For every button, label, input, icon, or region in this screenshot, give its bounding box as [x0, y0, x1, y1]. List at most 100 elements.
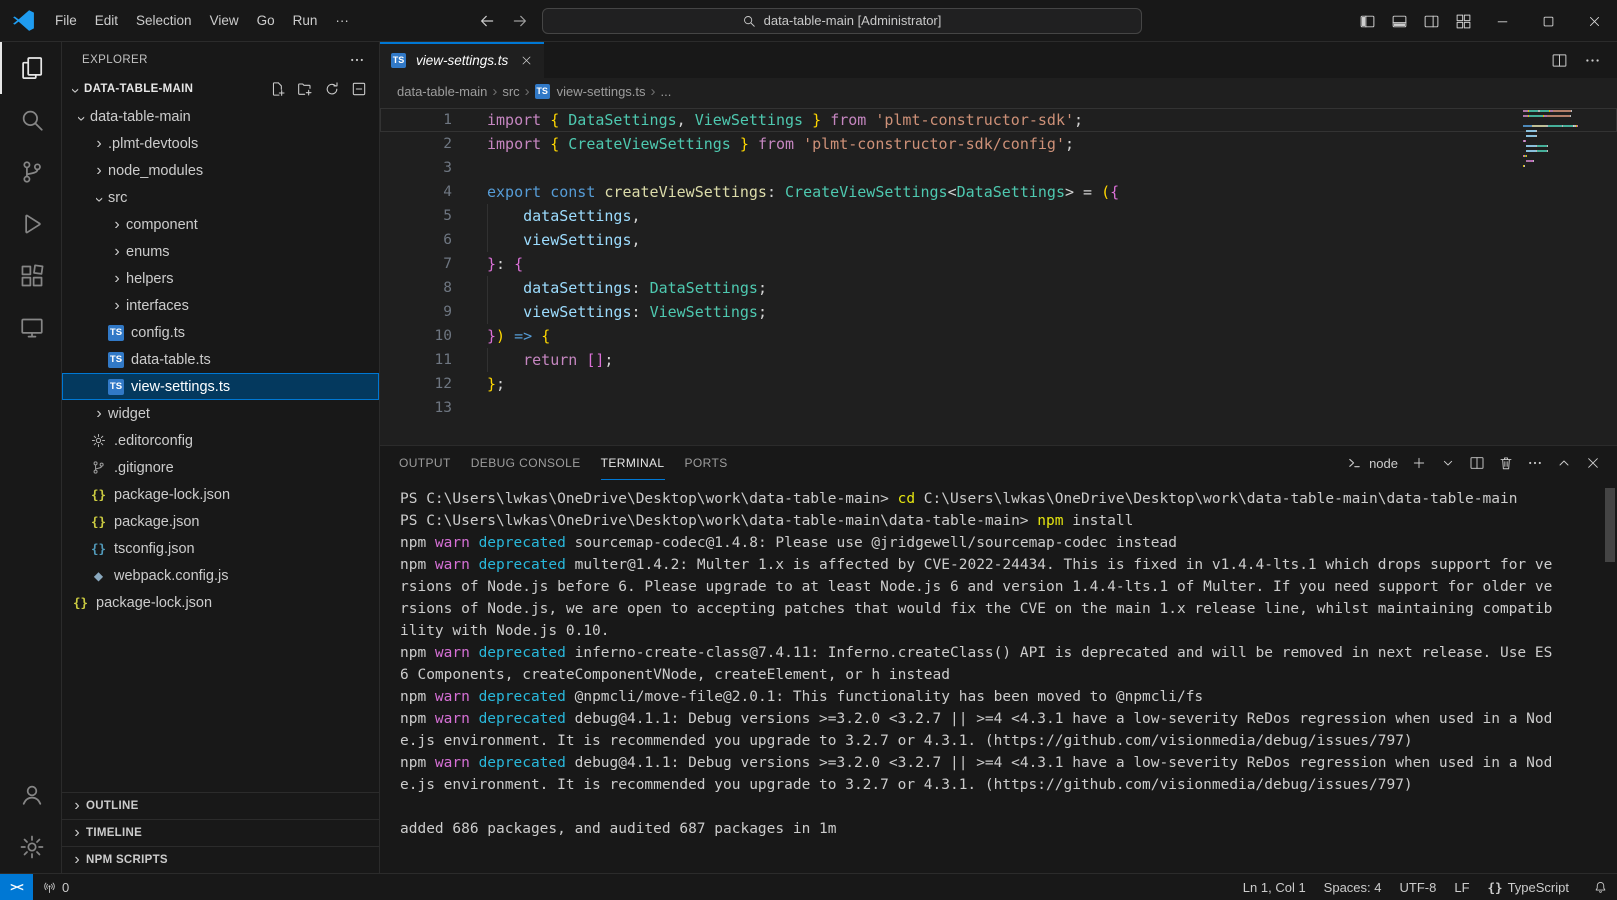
line-number[interactable]: 4	[380, 184, 452, 200]
tree-item-plmt-devtools[interactable]: ›.plmt-devtools	[62, 130, 379, 157]
forward-button[interactable]	[509, 10, 531, 32]
close-button[interactable]	[1571, 0, 1617, 42]
activity-search[interactable]	[0, 94, 61, 146]
new-folder-button[interactable]	[297, 81, 313, 97]
code-line[interactable]: 11 return [];	[380, 348, 1617, 372]
status-encoding[interactable]: UTF-8	[1391, 874, 1446, 900]
tree-item-editorconfig[interactable]: .editorconfig	[62, 427, 379, 454]
code-editor[interactable]: 1import { DataSettings, ViewSettings } f…	[380, 104, 1617, 445]
new-file-button[interactable]	[270, 81, 286, 97]
breadcrumb-item-view-settings-ts[interactable]: TSview-settings.ts	[535, 84, 646, 99]
status-cursor-position[interactable]: Ln 1, Col 1	[1234, 874, 1315, 900]
breadcrumb-item-data-table-main[interactable]: data-table-main	[397, 84, 487, 99]
code-line[interactable]: 7}: {	[380, 252, 1617, 276]
status-indentation[interactable]: Spaces: 4	[1315, 874, 1391, 900]
close-panel-button[interactable]	[1585, 455, 1601, 471]
section-npm-scripts[interactable]: ›NPM SCRIPTS	[62, 846, 379, 873]
more-button[interactable]	[1584, 52, 1601, 69]
explorer-section-header[interactable]: › DATA-TABLE-MAIN	[62, 77, 379, 101]
line-number[interactable]: 9	[380, 304, 452, 320]
code-line[interactable]: 12};	[380, 372, 1617, 396]
activity-settings[interactable]	[0, 821, 61, 873]
tab-view-settings[interactable]: TS view-settings.ts	[380, 42, 544, 78]
tree-item-helpers[interactable]: ›helpers	[62, 265, 379, 292]
split-terminal-button[interactable]	[1469, 455, 1485, 471]
minimap[interactable]	[1523, 110, 1603, 175]
kill-terminal-button[interactable]	[1498, 455, 1514, 471]
status-language[interactable]: {}TypeScript	[1479, 874, 1578, 900]
line-number[interactable]: 6	[380, 232, 452, 248]
activity-run-and-debug[interactable]	[0, 198, 61, 250]
command-center-search[interactable]: data-table-main [Administrator]	[542, 8, 1142, 34]
minimize-button[interactable]	[1479, 0, 1525, 42]
toggle-primary-sidebar-button[interactable]	[1351, 0, 1383, 42]
line-number[interactable]: 11	[380, 352, 452, 368]
breadcrumb-item-src[interactable]: src	[502, 84, 519, 99]
terminal-scrollbar[interactable]	[1605, 488, 1615, 562]
menu-more[interactable]: ···	[326, 8, 358, 33]
line-number[interactable]: 10	[380, 328, 452, 344]
code-line[interactable]: 3	[380, 156, 1617, 180]
activity-account[interactable]	[0, 769, 61, 821]
activity-source-control[interactable]	[0, 146, 61, 198]
menu-edit[interactable]: Edit	[86, 8, 127, 33]
panel-tab-terminal[interactable]: TERMINAL	[601, 446, 665, 480]
code-line[interactable]: 6 viewSettings,	[380, 228, 1617, 252]
line-number[interactable]: 12	[380, 376, 452, 392]
more-button[interactable]	[1527, 455, 1543, 471]
tree-item-data-table-main[interactable]: ›data-table-main	[62, 103, 379, 130]
tree-item-package-lock-json[interactable]: {}package-lock.json	[62, 481, 379, 508]
terminal[interactable]: PS C:\Users\lwkas\OneDrive\Desktop\work\…	[380, 480, 1617, 873]
section-timeline[interactable]: ›TIMELINE	[62, 819, 379, 846]
code-line[interactable]: 2import { CreateViewSettings } from 'plm…	[380, 132, 1617, 156]
customize-layout-button[interactable]	[1447, 0, 1479, 42]
tree-item-enums[interactable]: ›enums	[62, 238, 379, 265]
panel-tab-ports[interactable]: PORTS	[685, 446, 728, 480]
ports-indicator[interactable]: 0	[33, 874, 78, 900]
activity-remote-explorer[interactable]	[0, 302, 61, 354]
refresh-explorer-button[interactable]	[324, 81, 340, 97]
line-number[interactable]: 1	[380, 112, 452, 128]
activity-extensions[interactable]	[0, 250, 61, 302]
menu-run[interactable]: Run	[284, 8, 327, 33]
menu-selection[interactable]: Selection	[127, 8, 201, 33]
add-terminal-button[interactable]	[1411, 455, 1427, 471]
menu-go[interactable]: Go	[248, 8, 284, 33]
tree-item-component[interactable]: ›component	[62, 211, 379, 238]
code-line[interactable]: 5 dataSettings,	[380, 204, 1617, 228]
menu-view[interactable]: View	[201, 8, 248, 33]
tree-item-package-json[interactable]: {}package.json	[62, 508, 379, 535]
maximize-panel-button[interactable]	[1556, 455, 1572, 471]
notifications-bell[interactable]	[1584, 874, 1617, 900]
remote-indicator[interactable]: ><	[0, 874, 33, 900]
breadcrumb-item-[interactable]: ...	[661, 84, 672, 99]
explorer-more-button[interactable]	[349, 52, 365, 68]
code-line[interactable]: 4export const createViewSettings: Create…	[380, 180, 1617, 204]
toggle-panel-button[interactable]	[1383, 0, 1415, 42]
tree-item-view-settings-ts[interactable]: TSview-settings.ts	[62, 373, 379, 400]
tree-item-src[interactable]: ›src	[62, 184, 379, 211]
line-number[interactable]: 13	[380, 400, 452, 416]
tab-close-icon[interactable]	[520, 54, 533, 67]
toggle-secondary-sidebar-button[interactable]	[1415, 0, 1447, 42]
tree-item-webpack-config-js[interactable]: ◆webpack.config.js	[62, 562, 379, 589]
split-editor-button[interactable]	[1551, 52, 1568, 69]
line-number[interactable]: 2	[380, 136, 452, 152]
status-eol[interactable]: LF	[1445, 874, 1478, 900]
line-number[interactable]: 5	[380, 208, 452, 224]
code-line[interactable]: 1import { DataSettings, ViewSettings } f…	[380, 108, 1617, 132]
code-line[interactable]: 10}) => {	[380, 324, 1617, 348]
tree-item-tsconfig-json[interactable]: {}tsconfig.json	[62, 535, 379, 562]
tree-item-gitignore[interactable]: .gitignore	[62, 454, 379, 481]
panel-tab-output[interactable]: OUTPUT	[399, 446, 451, 480]
terminal-profile[interactable]: node	[1347, 456, 1398, 471]
tree-item-widget[interactable]: ›widget	[62, 400, 379, 427]
maximize-button[interactable]	[1525, 0, 1571, 42]
tree-item-config-ts[interactable]: TSconfig.ts	[62, 319, 379, 346]
tree-item-node-modules[interactable]: ›node_modules	[62, 157, 379, 184]
section-outline[interactable]: ›OUTLINE	[62, 792, 379, 819]
tree-item-interfaces[interactable]: ›interfaces	[62, 292, 379, 319]
code-line[interactable]: 8 dataSettings: DataSettings;	[380, 276, 1617, 300]
tree-item-data-table-ts[interactable]: TSdata-table.ts	[62, 346, 379, 373]
line-number[interactable]: 8	[380, 280, 452, 296]
